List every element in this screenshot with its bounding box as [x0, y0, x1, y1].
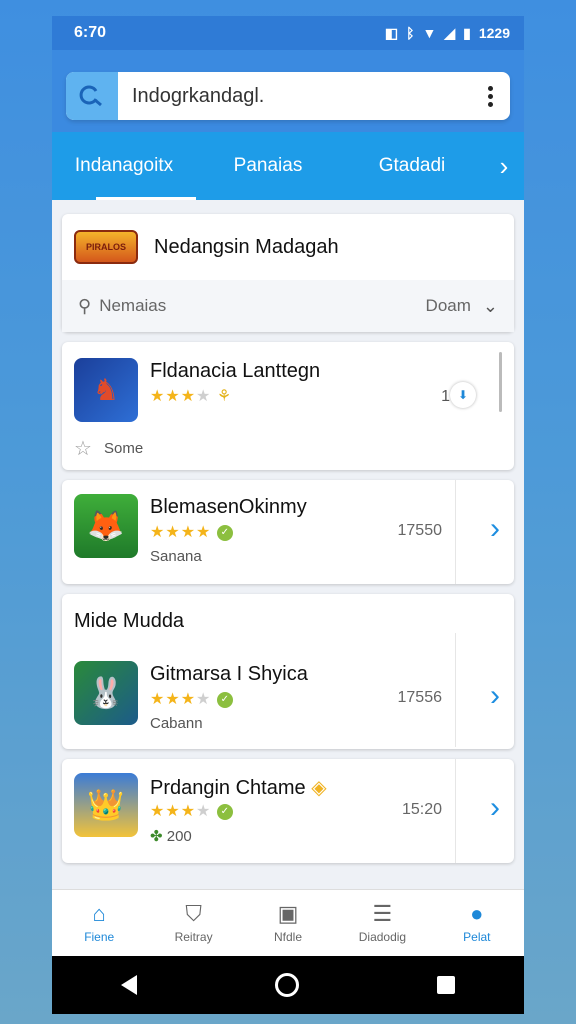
shield-icon: ⛉ — [185, 901, 202, 926]
divider — [455, 633, 456, 747]
app-count: 1 — [441, 388, 450, 405]
app-icon: 🦊 — [74, 494, 138, 558]
phone-screen: 6:70 ◧ ᛒ ▼ ◢ ▮ 1229 Indogrkandagl. Indan… — [52, 16, 524, 1014]
vibrate-icon: ◧ — [384, 24, 399, 41]
star-rating: ★★★★ ✓ — [150, 522, 234, 542]
search-icon: ⚲ — [78, 295, 92, 316]
section-card: Mide Mudda 🐰 Gitmarsa I Shyica ★★★★ ✓ Cab… — [62, 594, 514, 749]
filter-label: Nemaias — [99, 296, 167, 315]
search-input[interactable]: Indogrkandagl. — [118, 85, 470, 108]
app-card[interactable]: 👑 Prdangin Chtame ◈ ★★★★ ✓ ✤ 200 15:20 › — [62, 759, 514, 863]
app-title-text: Prdangin Chtame — [150, 777, 306, 799]
signal-icon: ◢ — [444, 24, 456, 41]
nav-4[interactable]: ☰ Diadodig — [335, 890, 429, 956]
app-card[interactable]: ♞ Fldanacia Lanttegn ★★★★ ⚘ ☆ Some 1 ⬇ — [62, 342, 514, 470]
featured-card[interactable]: PIRALOS Nedangsin Madagah ⚲ Nemaias Doam… — [62, 214, 514, 332]
app-icon: 👑 — [74, 773, 138, 837]
tab-bar: Indanagoitx Panaias Gtadadi › — [52, 132, 524, 200]
featured-row: PIRALOS Nedangsin Madagah — [62, 214, 514, 280]
star-rating: ★★★★ ⚘ — [150, 388, 233, 405]
coins-icon: ◈ — [311, 777, 327, 799]
app-header: Indogrkandagl. — [52, 50, 524, 132]
nav-5[interactable]: ● Pelat — [430, 890, 524, 956]
app-card[interactable]: 🦊 BlemasenOkinmy ★★★★ ✓ Sanana 17550 › — [62, 480, 514, 584]
app-subtitle: Cabann — [150, 715, 203, 732]
bottom-nav: ⌂ Fiene ⛉ Reitray ▣ Nfdle ☰ Diadodig ● P… — [52, 889, 524, 956]
app-count: 17556 — [397, 689, 443, 706]
nav-label: Reitray — [174, 930, 213, 944]
bluetooth-icon: ᛒ — [406, 25, 415, 41]
battery-icon: ▮ — [463, 24, 471, 41]
download-icon[interactable]: ⬇ — [450, 382, 476, 408]
star-rating: ★★★★ ✓ — [150, 801, 234, 821]
system-nav-bar — [52, 956, 524, 1014]
status-icons: ◧ ᛒ ▼ ◢ ▮ 1229 — [385, 25, 510, 42]
app-title: BlemasenOkinmy — [150, 496, 307, 518]
app-subtitle-text: 200 — [166, 828, 192, 845]
content: PIRALOS Nedangsin Madagah ⚲ Nemaias Doam… — [52, 200, 524, 863]
app-icon: 🐰 — [74, 661, 138, 725]
favorite-icon[interactable]: ☆ — [74, 436, 92, 461]
nav-label: Nfdle — [274, 930, 303, 944]
tab-3[interactable]: Gtadadi — [340, 132, 484, 200]
nav-home[interactable]: ⌂ Fiene — [52, 890, 146, 956]
game-logo: PIRALOS — [74, 230, 138, 264]
search-icon — [79, 85, 102, 107]
list-icon: ☰ — [372, 901, 393, 926]
app-row[interactable]: 🐰 Gitmarsa I Shyica ★★★★ ✓ Cabann 17556 › — [62, 633, 514, 747]
featured-title: Nedangsin Madagah — [154, 235, 339, 258]
nav-2[interactable]: ⛉ Reitray — [146, 890, 240, 956]
nav-label: Pelat — [463, 930, 491, 944]
profile-icon: ● — [470, 901, 484, 926]
app-count: 15:20 — [401, 801, 442, 818]
more-options-icon[interactable] — [470, 85, 510, 107]
app-subtitle: ✤ 200 — [150, 827, 192, 845]
star-rating: ★★★★ ✓ — [150, 689, 234, 709]
filter-dropdown[interactable]: ⚲ Nemaias Doam ⌄ — [62, 280, 514, 332]
search-bar[interactable]: Indogrkandagl. — [66, 72, 510, 120]
divider — [455, 759, 456, 863]
recents-icon[interactable] — [437, 976, 455, 994]
chevron-right-icon[interactable]: › — [490, 791, 500, 825]
chevron-right-icon[interactable]: › — [490, 679, 500, 713]
bag-icon: ▣ — [277, 901, 299, 926]
divider — [455, 480, 456, 584]
chevron-right-icon[interactable]: › — [484, 151, 524, 182]
app-title: Prdangin Chtame ◈ — [150, 775, 327, 800]
search-button[interactable] — [66, 72, 118, 120]
app-title: Gitmarsa I Shyica — [150, 663, 308, 685]
app-title: Fldanacia Lanttegn — [150, 360, 321, 382]
filter-value: Doam — [425, 296, 471, 315]
nav-3[interactable]: ▣ Nfdle — [241, 890, 335, 956]
tab-1[interactable]: Indanagoitx — [52, 132, 196, 200]
status-time: 6:70 — [74, 24, 107, 41]
chevron-down-icon: ⌄ — [482, 295, 498, 316]
scrollbar[interactable] — [499, 352, 502, 412]
app-icon: ♞ — [74, 358, 138, 422]
back-icon[interactable] — [121, 975, 137, 995]
home-icon: ⌂ — [92, 901, 106, 926]
status-clock: 1229 — [478, 25, 510, 41]
chevron-right-icon[interactable]: › — [490, 512, 500, 546]
section-title: Mide Mudda — [74, 610, 185, 632]
status-bar: 6:70 ◧ ᛒ ▼ ◢ ▮ 1229 — [52, 16, 524, 50]
nav-label: Diadodig — [358, 930, 407, 944]
app-subtitle: Some — [104, 440, 144, 457]
app-subtitle: Sanana — [150, 548, 202, 565]
home-button-icon[interactable] — [275, 973, 299, 997]
clover-icon: ✤ — [150, 828, 163, 845]
app-count: 17550 — [397, 522, 443, 539]
tab-2[interactable]: Panaias — [196, 132, 340, 200]
nav-label: Fiene — [84, 930, 115, 944]
wifi-icon: ▼ — [422, 25, 437, 41]
